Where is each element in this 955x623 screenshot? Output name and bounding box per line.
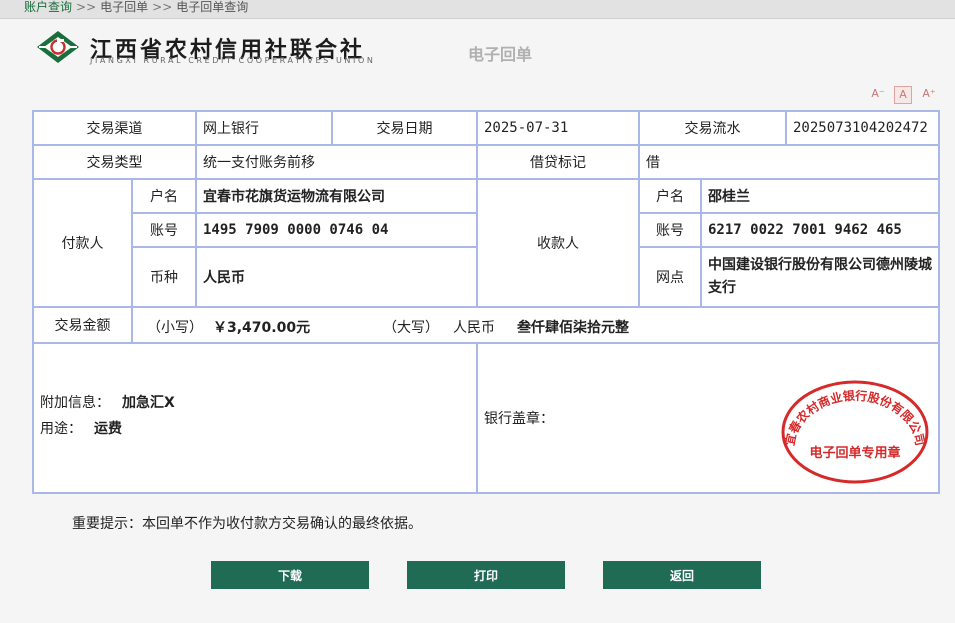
payer-name-label: 户名 [131,178,197,214]
extra-info-label: 附加信息： [40,395,110,411]
breadcrumb-item-e-receipt-query: 电子回单查询 [176,0,249,14]
breadcrumb: 账户查询 >> 电子回单 >> 电子回单查询 [0,0,955,19]
breadcrumb-separator: >> [152,0,173,14]
bank-seal-stamp: 宜春农村商业银行股份有限公司 电子回单专用章 [781,380,929,484]
payee-account-value: 6217 0022 7001 9462 465 [700,212,940,248]
font-normal-button[interactable]: A [894,86,912,104]
payee-branch-value: 中国建设银行股份有限公司德州陵城支行 [700,246,940,308]
amount-big-label: （大写） [383,320,439,336]
font-decrease-button[interactable]: A⁻ [870,86,886,104]
payee-label: 收款人 [476,178,640,308]
bank-seal-label: 银行盖章： [484,411,554,427]
purpose-value: 运费 [94,421,122,437]
bank-emblem-icon [37,31,79,63]
purpose-label: 用途： [40,421,82,437]
amount-label: 交易金额 [32,306,133,344]
breadcrumb-item-e-receipt[interactable]: 电子回单 [100,0,148,14]
channel-value: 网上银行 [195,110,333,146]
serial-value: 2025073104202472 [785,110,940,146]
back-button[interactable]: 返回 [603,561,761,589]
amount-small-value: ￥3,470.00元 [213,320,311,336]
stamp-center-text: 电子回单专用章 [809,445,900,461]
font-increase-button[interactable]: A⁺ [920,86,938,104]
type-label: 交易类型 [32,144,197,180]
channel-label: 交易渠道 [32,110,197,146]
date-value: 2025-07-31 [476,110,640,146]
payer-label: 付款人 [32,178,133,308]
debit-credit-value: 借 [638,144,940,180]
logo-name-en: JIANGXI RURAL CREDIT COOPERATIVES UNION [90,56,376,65]
payer-currency-value: 人民币 [195,246,478,308]
date-label: 交易日期 [331,110,478,146]
payer-account-label: 账号 [131,212,197,248]
amount-big-value: 叁仟肆佰柒拾元整 [517,320,629,336]
payee-name-value: 邵桂兰 [700,178,940,214]
bank-logo: 江西省农村信用社联合社 JIANGXI RURAL CREDIT COOPERA… [36,30,416,68]
payee-name-label: 户名 [638,178,702,214]
extra-info-cell: 附加信息： 加急汇Ⅹ 用途： 运费 [32,342,478,494]
important-notice: 重要提示：本回单不作为收付款方交易确认的最终依据。 [72,516,422,532]
debit-credit-label: 借贷标记 [476,144,640,180]
breadcrumb-separator: >> [76,0,97,14]
payer-account-value: 1495 7909 0000 0746 04 [195,212,478,248]
serial-label: 交易流水 [638,110,787,146]
download-button[interactable]: 下载 [211,561,369,589]
print-button[interactable]: 打印 [407,561,565,589]
payee-branch-label: 网点 [638,246,702,308]
payer-currency-label: 币种 [131,246,197,308]
breadcrumb-item-account-query[interactable]: 账户查询 [24,0,72,14]
type-value: 统一支付账务前移 [195,144,478,180]
amount-small-label: （小写） [147,320,203,336]
payee-account-label: 账号 [638,212,702,248]
amount-cell: （小写） ￥3,470.00元 （大写） 人民币 叁仟肆佰柒拾元整 [131,306,940,344]
extra-info-value: 加急汇Ⅹ [122,395,175,411]
amount-big-currency: 人民币 [453,320,495,336]
payer-name-value: 宜春市花旗货运物流有限公司 [195,178,478,214]
document-title: 电子回单 [468,45,533,64]
